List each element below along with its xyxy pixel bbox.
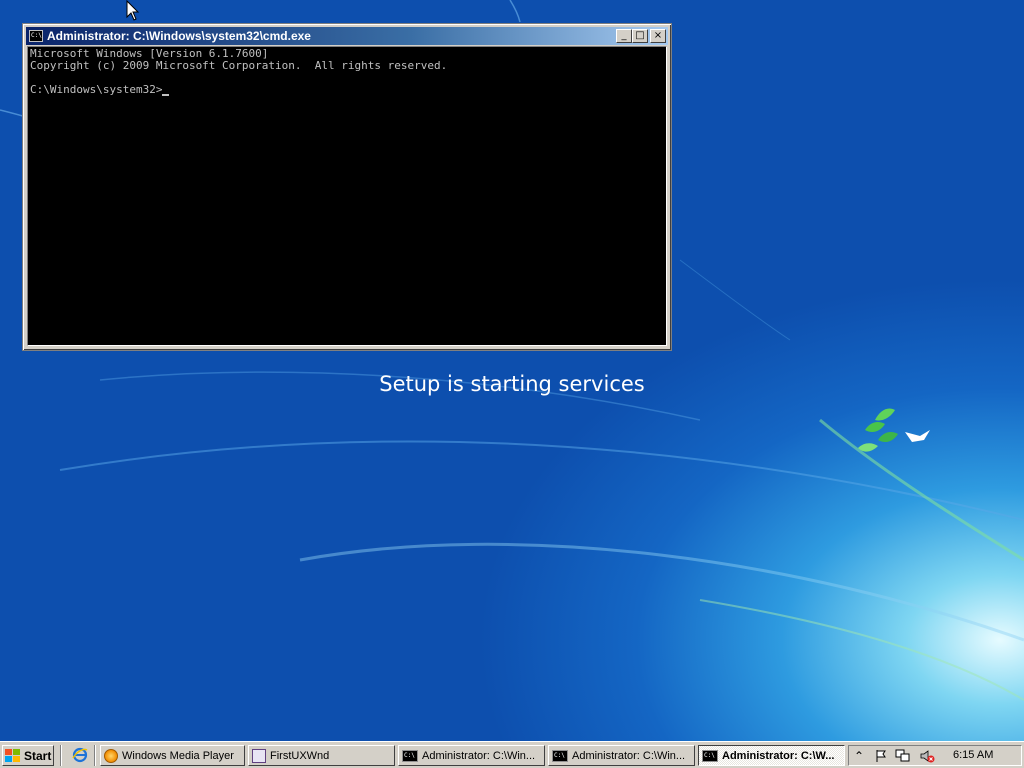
- console-prompt: C:\Windows\system32>: [30, 83, 163, 96]
- taskbar-separator: [60, 745, 62, 766]
- setup-status-text: Setup is starting services: [379, 372, 645, 396]
- cmd-window-icon[interactable]: C:\: [29, 30, 43, 42]
- ie-icon[interactable]: [72, 747, 88, 763]
- system-tray: ⌃ 6:15 AM: [848, 745, 1022, 766]
- taskbar-clock[interactable]: 6:15 AM: [953, 749, 993, 761]
- taskbar-button-cmd-active[interactable]: C:\ Administrator: C:\W...: [698, 745, 845, 766]
- windows-leaf-logo: [858, 408, 930, 452]
- console-prompt-line[interactable]: C:\Windows\system32>: [30, 84, 664, 96]
- console-line-copyright: Copyright (c) 2009 Microsoft Corporation…: [30, 59, 448, 72]
- taskbar-button-media-player[interactable]: Windows Media Player: [100, 745, 245, 766]
- cmd-icon: C:\: [552, 749, 568, 762]
- cmd-window-title: Administrator: C:\Windows\system32\cmd.e…: [47, 29, 311, 43]
- close-button[interactable]: ×: [650, 29, 666, 43]
- media-player-icon: [104, 748, 118, 763]
- minimize-button[interactable]: _: [616, 29, 632, 43]
- start-label: Start: [24, 748, 52, 763]
- taskbar-button-label: Administrator: C:\W...: [722, 749, 835, 762]
- taskbar-button-cmd-2[interactable]: C:\ Administrator: C:\Win...: [548, 745, 695, 766]
- window-controls: _ □ ×: [616, 29, 666, 43]
- cmd-window[interactable]: C:\ Administrator: C:\Windows\system32\c…: [22, 23, 672, 351]
- cmd-icon: C:\: [702, 749, 718, 762]
- taskbar-button-firstuxwnd[interactable]: FirstUXWnd: [248, 745, 395, 766]
- volume-muted-icon[interactable]: [919, 749, 935, 763]
- text-cursor: [162, 94, 170, 96]
- taskbar-button-label: Windows Media Player: [122, 749, 234, 762]
- cmd-icon: C:\: [402, 749, 418, 762]
- show-hidden-icons-icon[interactable]: ⌃: [851, 749, 867, 763]
- mouse-cursor-icon: [126, 0, 140, 21]
- action-center-flag-icon[interactable]: [873, 749, 889, 763]
- windows-flag-icon: [5, 748, 21, 763]
- taskbar-separator: [94, 745, 96, 766]
- taskbar-button-label: FirstUXWnd: [270, 749, 330, 762]
- firstux-icon: [252, 748, 266, 763]
- console-output[interactable]: Microsoft Windows [Version 6.1.7600] Cop…: [27, 46, 667, 346]
- network-icon[interactable]: [895, 749, 911, 763]
- start-button[interactable]: Start: [2, 745, 54, 766]
- cmd-titlebar[interactable]: C:\ Administrator: C:\Windows\system32\c…: [26, 27, 668, 45]
- taskbar-button-label: Administrator: C:\Win...: [572, 749, 686, 762]
- taskbar: Start Windows Media Player FirstUXWnd C:…: [0, 741, 1024, 768]
- maximize-button[interactable]: □: [632, 29, 648, 43]
- taskbar-button-cmd-1[interactable]: C:\ Administrator: C:\Win...: [398, 745, 545, 766]
- taskbar-button-label: Administrator: C:\Win...: [422, 749, 536, 762]
